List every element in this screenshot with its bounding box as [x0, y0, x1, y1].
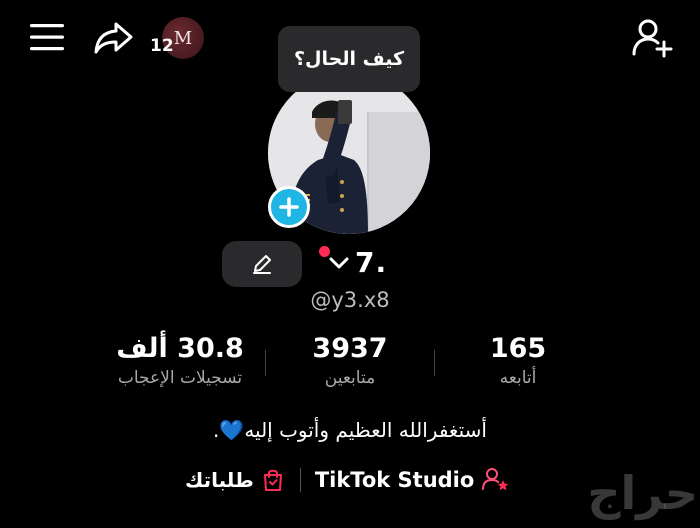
followers-count: 3937 — [312, 333, 388, 364]
profile-links-row: طلباتك TikTok Studio — [185, 462, 510, 498]
followers-label: متابعين — [324, 368, 376, 388]
note-bubble[interactable]: كيف الحال؟ — [278, 26, 420, 92]
heart-emoji: 💙 — [219, 418, 245, 442]
tiktok-studio-link-label[interactable]: TikTok Studio — [315, 468, 475, 492]
stat-divider — [434, 350, 435, 376]
username: @y3.x8 — [310, 288, 390, 312]
hamburger-menu-icon[interactable] — [30, 22, 64, 52]
username-row: @y3.x8 — [0, 288, 700, 312]
followers-stat[interactable]: 3937 متابعين — [290, 333, 410, 388]
shopping-bag-icon[interactable] — [262, 468, 284, 492]
pencil-icon — [253, 255, 271, 274]
notification-count-badge: 12 — [150, 36, 174, 56]
stat-divider — [265, 350, 266, 376]
orders-link-label[interactable]: طلباتك — [185, 468, 254, 492]
chevron-down-icon[interactable] — [328, 255, 350, 271]
bio-text: أستغفرالله العظيم وأتوب إليه — [244, 418, 487, 442]
mini-avatar-letter: M — [173, 27, 193, 49]
edit-profile-button[interactable] — [222, 241, 302, 287]
following-label: أتابعه — [499, 368, 537, 388]
add-story-button[interactable] — [268, 186, 310, 228]
add-person-icon[interactable] — [632, 18, 674, 58]
likes-count: 30.8 ألف — [116, 333, 244, 364]
share-arrow-icon[interactable] — [94, 20, 134, 56]
bio: أستغفرالله العظيم وأتوب إليه💙. — [0, 418, 700, 442]
plus-icon — [279, 197, 299, 217]
following-stat[interactable]: 165 أتابعه — [458, 333, 578, 388]
display-name[interactable]: 7. — [355, 246, 387, 279]
note-bubble-text: كيف الحال؟ — [293, 48, 405, 70]
links-divider — [299, 468, 301, 492]
likes-label: تسجيلات الإعجاب — [117, 368, 243, 388]
following-count: 165 — [489, 333, 547, 364]
watermark-logo: حراج — [587, 466, 698, 520]
likes-stat[interactable]: 30.8 ألف تسجيلات الإعجاب — [100, 333, 260, 388]
